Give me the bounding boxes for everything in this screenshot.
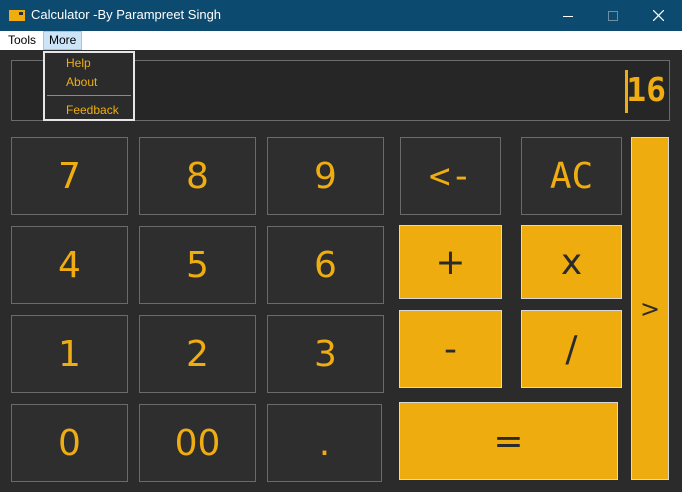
menu-more[interactable]: More bbox=[43, 31, 83, 50]
menu-item-help[interactable]: Help bbox=[66, 56, 91, 70]
maximize-icon bbox=[608, 10, 618, 21]
minimize-button[interactable] bbox=[545, 0, 591, 31]
key-7[interactable]: 7 bbox=[11, 137, 128, 215]
key-0[interactable]: 0 bbox=[11, 404, 128, 482]
key-9[interactable]: 9 bbox=[267, 137, 384, 215]
menu-bar: Tools More bbox=[0, 31, 682, 50]
equals-button[interactable]: = bbox=[399, 402, 618, 480]
key-decimal-point[interactable]: . bbox=[267, 404, 382, 482]
key-3[interactable]: 3 bbox=[267, 315, 384, 393]
minus-button[interactable]: - bbox=[399, 310, 502, 388]
maximize-button[interactable] bbox=[590, 0, 636, 31]
title-bar: Calculator -By Parampreet Singh bbox=[0, 0, 682, 31]
menu-tools[interactable]: Tools bbox=[3, 31, 41, 50]
key-8[interactable]: 8 bbox=[139, 137, 256, 215]
key-1[interactable]: 1 bbox=[11, 315, 128, 393]
key-4[interactable]: 4 bbox=[11, 226, 128, 304]
multiply-button[interactable]: x bbox=[521, 225, 622, 299]
next-button[interactable]: > bbox=[631, 137, 669, 480]
menu-item-about[interactable]: About bbox=[66, 75, 97, 89]
minimize-icon bbox=[563, 15, 573, 17]
clear-button[interactable]: AC bbox=[521, 137, 622, 215]
menu-item-feedback[interactable]: Feedback bbox=[66, 103, 119, 117]
key-00[interactable]: 00 bbox=[139, 404, 256, 482]
key-2[interactable]: 2 bbox=[139, 315, 256, 393]
key-6[interactable]: 6 bbox=[267, 226, 384, 304]
close-button[interactable] bbox=[635, 0, 681, 31]
close-icon bbox=[652, 10, 664, 21]
key-5[interactable]: 5 bbox=[139, 226, 256, 304]
divide-button[interactable]: / bbox=[521, 310, 622, 388]
display-value: 16 bbox=[626, 70, 666, 109]
more-dropdown-menu: Help About Feedback bbox=[43, 51, 135, 121]
calculator-app-icon bbox=[9, 10, 25, 21]
window-title: Calculator -By Parampreet Singh bbox=[31, 7, 222, 22]
menu-separator bbox=[47, 95, 131, 96]
backspace-button[interactable]: <- bbox=[400, 137, 501, 215]
plus-button[interactable]: + bbox=[399, 225, 502, 299]
